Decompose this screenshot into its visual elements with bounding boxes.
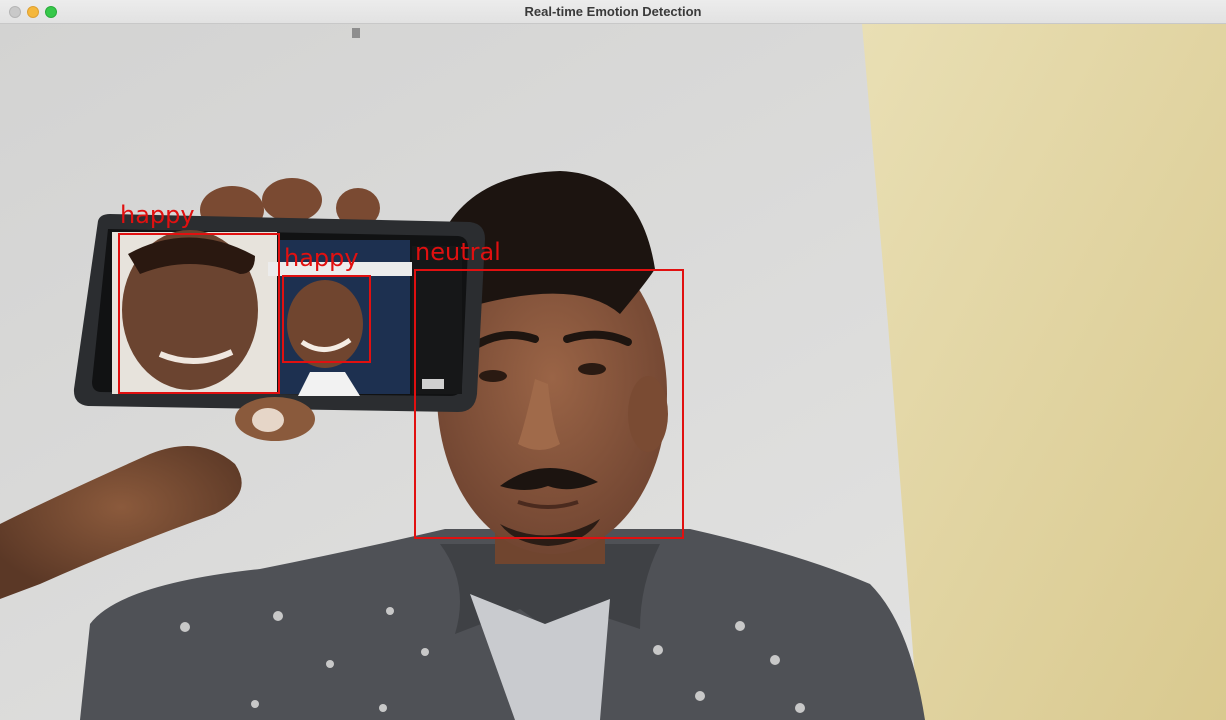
title-bar[interactable]: Real-time Emotion Detection: [0, 0, 1226, 24]
wall-nail: [352, 28, 360, 38]
detection-label-3: neutral: [415, 238, 501, 266]
detection-box-1: [118, 233, 280, 394]
window-title: Real-time Emotion Detection: [524, 4, 702, 19]
detection-box-3: [414, 269, 684, 539]
detection-label-2: happy: [284, 244, 359, 272]
camera-feed: happy happy neutral: [0, 24, 1226, 720]
wall-right: [862, 24, 1226, 720]
detection-label-1: happy: [120, 201, 195, 229]
app-window: Real-time Emotion Detection happy happy …: [0, 0, 1226, 720]
detection-box-2: [282, 275, 371, 363]
